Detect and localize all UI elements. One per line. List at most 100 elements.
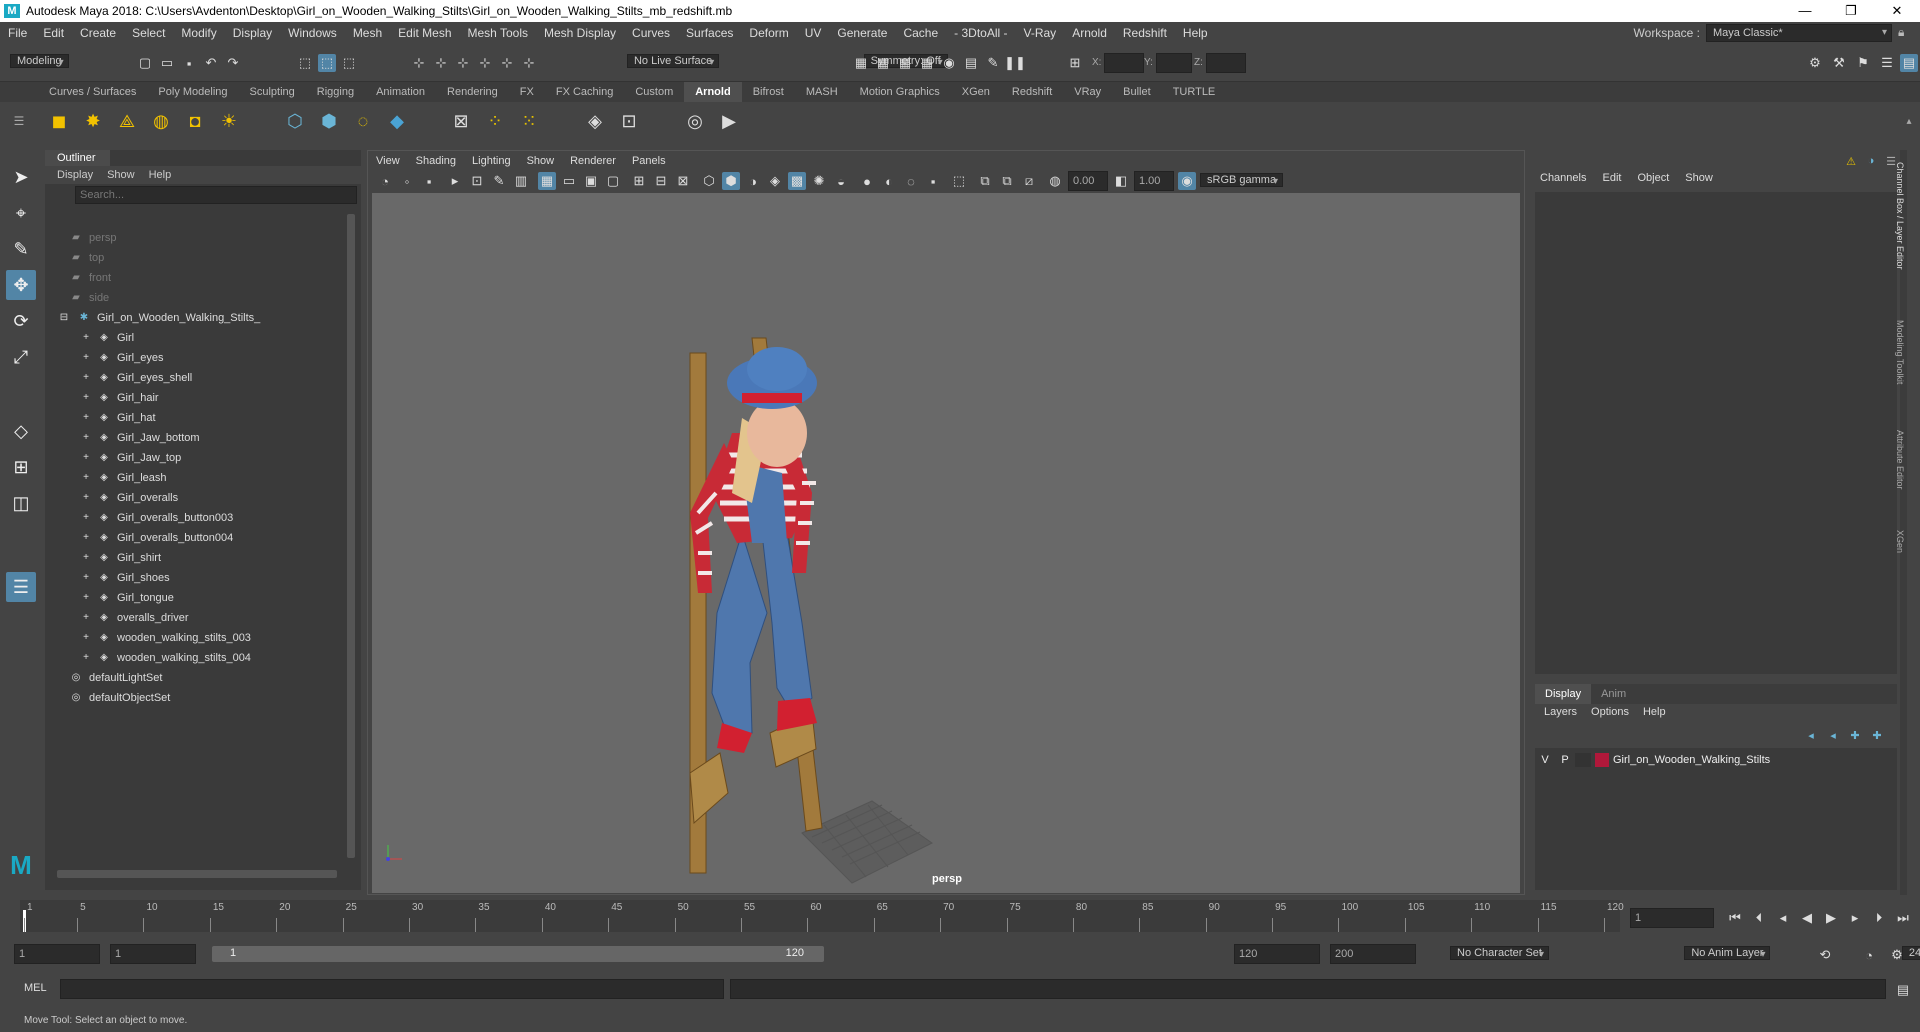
outliner-item[interactable]: + ◈ Girl_shirt xyxy=(81,548,161,568)
expand-toggle-icon[interactable]: + xyxy=(81,512,91,524)
antialiasing-icon[interactable]: ◌ xyxy=(902,172,920,190)
arnold-render-icon[interactable]: ✎ xyxy=(984,54,1002,72)
outliner-item[interactable]: + ◈ Girl_Jaw_bottom xyxy=(81,428,199,448)
outliner-search-input[interactable]: Search... xyxy=(75,186,357,204)
color-space-dropdown[interactable]: sRGB gamma xyxy=(1200,173,1284,187)
safe-title-icon[interactable]: ⊠ xyxy=(674,172,692,190)
3d-viewport[interactable]: persp xyxy=(372,193,1520,893)
shelf-tab-fx[interactable]: FX xyxy=(509,82,545,102)
viewport-menu-view[interactable]: View xyxy=(368,155,408,167)
close-button[interactable]: ✕ xyxy=(1874,0,1920,22)
photometric-light-icon[interactable]: ⟁ xyxy=(114,108,140,134)
ipr-render-icon[interactable]: ▦ xyxy=(918,54,936,72)
area-light-icon[interactable]: ◼ xyxy=(46,108,72,134)
expand-toggle-icon[interactable]: + xyxy=(81,532,91,544)
layer-menu-options[interactable]: Options xyxy=(1591,706,1629,718)
x-field[interactable] xyxy=(1104,53,1144,73)
menu-help[interactable]: Help xyxy=(1175,26,1216,40)
bookmark-icon[interactable]: ▪ xyxy=(420,172,438,190)
gamma-icon[interactable]: ◧ xyxy=(1112,172,1130,190)
step-back-key-icon[interactable]: ⏴ xyxy=(1750,909,1768,927)
shelf-tab-motion-graphics[interactable]: Motion Graphics xyxy=(849,82,951,102)
volume-icon[interactable]: ◌ xyxy=(350,108,376,134)
skydome-light-icon[interactable]: ◍ xyxy=(148,108,174,134)
wireframe-shading-icon[interactable]: ⬡ xyxy=(700,172,718,190)
paint-select-tool-icon[interactable]: ✎ xyxy=(6,234,36,264)
go-to-start-icon[interactable]: ⏮ xyxy=(1726,909,1744,927)
expand-toggle-icon[interactable]: + xyxy=(81,572,91,584)
expand-toggle-icon[interactable]: + xyxy=(81,552,91,564)
side-tab-xgen[interactable]: XGen xyxy=(1895,530,1905,553)
channel-box-sync-icon[interactable]: ◑ xyxy=(1862,152,1880,170)
render-view-icon[interactable]: ▤ xyxy=(962,54,980,72)
shelf-tab-xgen[interactable]: XGen xyxy=(951,82,1001,102)
default-material-icon[interactable]: ◑ xyxy=(744,172,762,190)
field-chart-icon[interactable]: ⊞ xyxy=(630,172,648,190)
shelf-tab-arnold[interactable]: Arnold xyxy=(684,82,742,102)
playback-start-field[interactable]: 1 xyxy=(110,944,196,964)
xray-joints-icon[interactable]: ⧉ xyxy=(998,172,1016,190)
tool-settings-icon[interactable]: ⚑ xyxy=(1854,54,1872,72)
move-tool-icon[interactable]: ✥ xyxy=(6,270,36,300)
menu-edit-mesh[interactable]: Edit Mesh xyxy=(390,26,459,40)
rotate-tool-icon[interactable]: ⟳ xyxy=(6,306,36,336)
channel-box-toggle-icon[interactable]: ☰ xyxy=(1878,54,1896,72)
image-plane-icon[interactable]: ▸ xyxy=(446,172,464,190)
step-back-frame-icon[interactable]: ◂ xyxy=(1774,909,1792,927)
outliner-menu-display[interactable]: Display xyxy=(57,169,93,181)
use-all-lights-icon[interactable]: ✺ xyxy=(810,172,828,190)
material-icon[interactable]: ⊡ xyxy=(616,108,642,134)
script-editor-icon[interactable]: ▤ xyxy=(1894,981,1912,999)
shelf-tab-turtle[interactable]: TURTLE xyxy=(1162,82,1227,102)
step-forward-key-icon[interactable]: ⏵ xyxy=(1870,909,1888,927)
depth-of-field-icon[interactable]: ▪ xyxy=(924,172,942,190)
animation-end-field[interactable]: 200 xyxy=(1330,944,1416,964)
step-forward-frame-icon[interactable]: ▸ xyxy=(1846,909,1864,927)
menu-mesh-display[interactable]: Mesh Display xyxy=(536,26,624,40)
layer-menu-help[interactable]: Help xyxy=(1643,706,1666,718)
history-icon[interactable]: ▦ xyxy=(852,54,870,72)
menu-cache[interactable]: Cache xyxy=(895,26,946,40)
shelf-tab-bullet[interactable]: Bullet xyxy=(1112,82,1162,102)
shelf-scroll-icon[interactable]: ▴ xyxy=(1896,108,1920,134)
outliner-vertical-scrollbar[interactable] xyxy=(347,214,355,858)
outliner-item[interactable]: + ◈ Girl_eyes_shell xyxy=(81,368,192,388)
workspace-dropdown[interactable]: Maya Classic* xyxy=(1706,24,1892,42)
resolution-gate-icon[interactable]: ▣ xyxy=(582,172,600,190)
menu-uv[interactable]: UV xyxy=(797,26,830,40)
motion-blur-icon[interactable]: ◐ xyxy=(880,172,898,190)
outliner-item[interactable]: ▰ persp xyxy=(69,228,116,248)
side-tab-modeling-toolkit[interactable]: Modeling Toolkit xyxy=(1895,320,1905,384)
layer-playback-toggle[interactable]: P xyxy=(1555,754,1575,766)
outliner-item[interactable]: + ◈ Girl_shoes xyxy=(81,568,170,588)
select-object-icon[interactable]: ⬚ xyxy=(318,54,336,72)
wireframe-toggle-icon[interactable]: ▦ xyxy=(538,172,556,190)
viewport-menu-shading[interactable]: Shading xyxy=(408,155,464,167)
expand-toggle-icon[interactable]: ⊟ xyxy=(57,312,71,324)
expand-toggle-icon[interactable]: + xyxy=(81,452,91,464)
pause-icon[interactable]: ❚❚ xyxy=(1004,54,1026,72)
outliner-item[interactable]: ▰ side xyxy=(69,288,109,308)
anim-layer-dropdown[interactable]: No Anim Layer xyxy=(1684,946,1771,960)
outliner-menu-help[interactable]: Help xyxy=(149,169,172,181)
script-language-toggle[interactable]: MEL xyxy=(24,982,47,994)
2d-pan-zoom-icon[interactable]: ⊡ xyxy=(468,172,486,190)
render-icon[interactable]: ◆ xyxy=(384,108,410,134)
outliner-item[interactable]: + ◈ overalls_driver xyxy=(81,608,188,628)
outliner-item[interactable]: ◎ defaultObjectSet xyxy=(69,688,171,708)
attribute-editor-icon[interactable]: ⚒ xyxy=(1830,54,1848,72)
shelf-tab-custom[interactable]: Custom xyxy=(624,82,684,102)
expand-toggle-icon[interactable]: + xyxy=(81,492,91,504)
four-view-icon[interactable]: ⊞ xyxy=(6,452,36,482)
select-camera-icon[interactable]: ◔ xyxy=(376,172,394,190)
gamma-field[interactable]: 1.00 xyxy=(1134,171,1174,191)
redo-icon[interactable]: ↷ xyxy=(224,54,242,72)
light-portal-icon[interactable]: ◘ xyxy=(182,108,208,134)
channels-menu-channels[interactable]: Channels xyxy=(1540,172,1586,184)
maximize-button[interactable]: ❐ xyxy=(1828,0,1874,22)
expand-toggle-icon[interactable]: + xyxy=(81,612,91,624)
exposure-icon[interactable]: ◍ xyxy=(1046,172,1064,190)
outliner-item[interactable]: + ◈ Girl_Jaw_top xyxy=(81,448,181,468)
side-tab-attribute-editor[interactable]: Attribute Editor xyxy=(1895,430,1905,490)
single-view-icon[interactable]: ◇ xyxy=(6,416,36,446)
